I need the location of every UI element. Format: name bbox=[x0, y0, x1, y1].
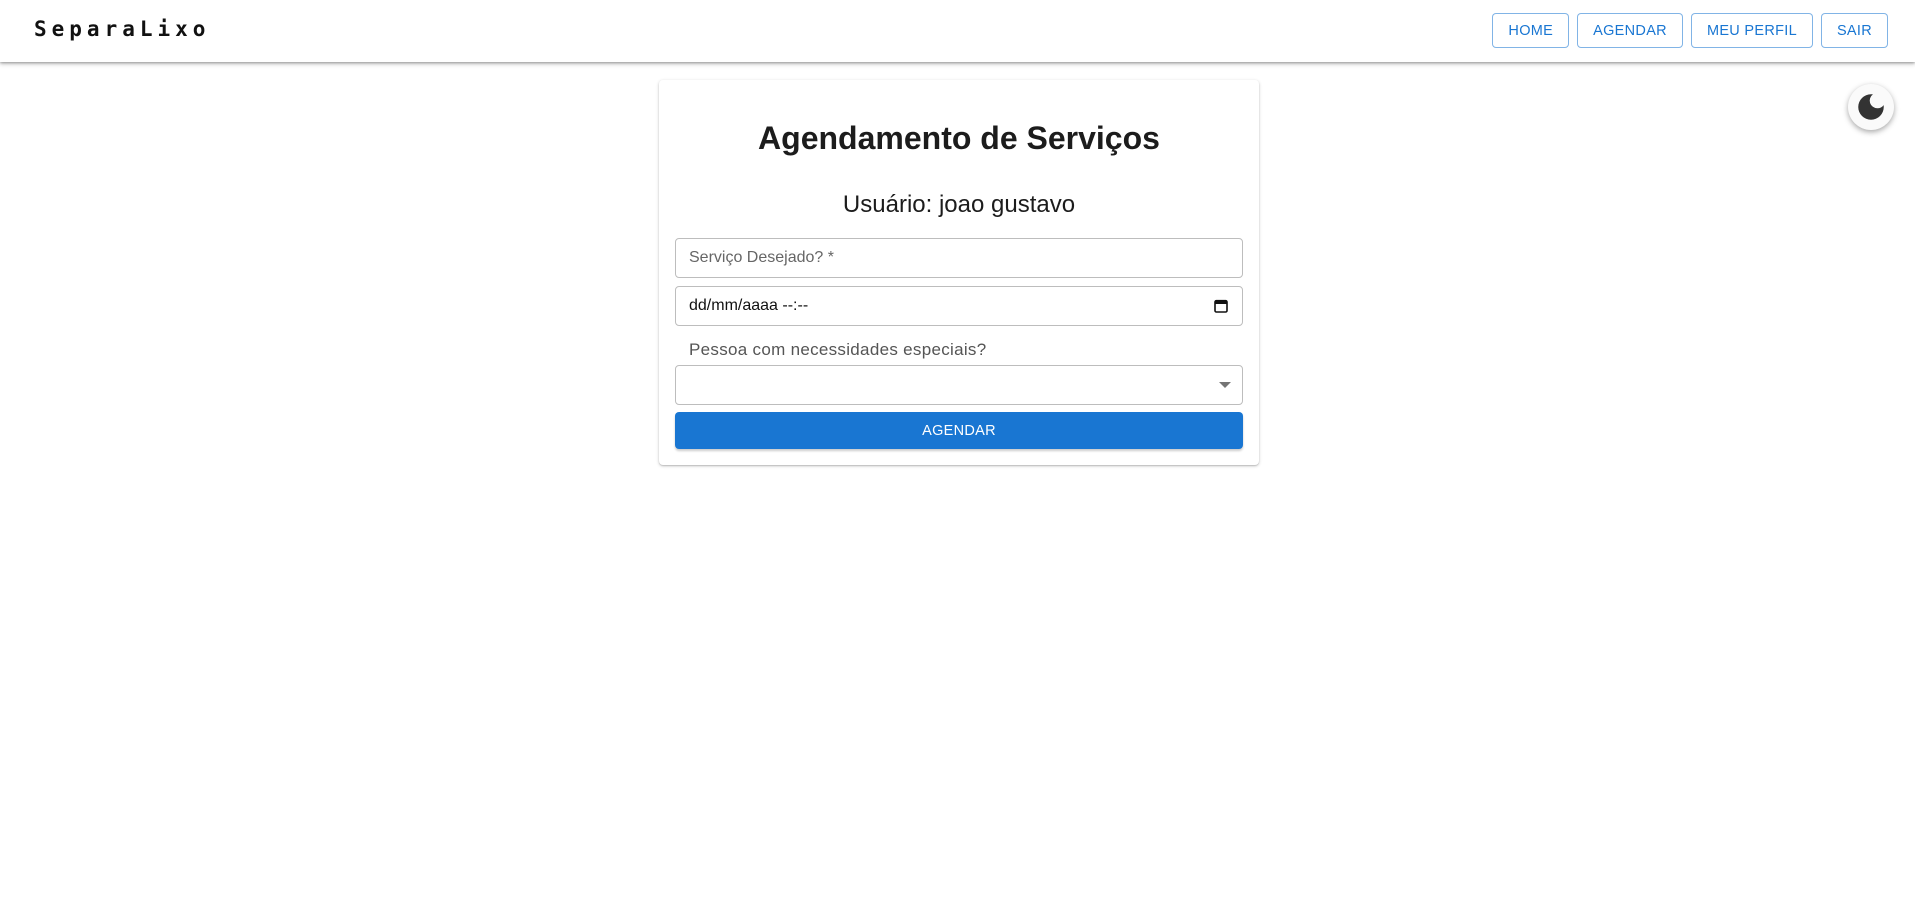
datetime-value: dd/mm/aaaa --:-- bbox=[689, 297, 809, 314]
page-title: Agendamento de Serviços bbox=[758, 120, 1160, 156]
service-input[interactable]: Serviço Desejado? * bbox=[675, 238, 1243, 278]
caret-down-icon bbox=[1219, 382, 1231, 388]
datetime-input[interactable]: dd/mm/aaaa --:-- bbox=[675, 286, 1243, 326]
home-button[interactable]: HOME bbox=[1492, 13, 1570, 48]
top-nav: HOME AGENDAR MEU PERFIL SAIR bbox=[1492, 13, 1888, 48]
sair-button[interactable]: SAIR bbox=[1820, 13, 1888, 48]
app-header: SeparaLixo HOME AGENDAR MEU PERFIL SAIR bbox=[0, 0, 1915, 62]
agendar-submit-button[interactable]: AGENDAR bbox=[675, 412, 1243, 449]
moon-icon bbox=[1858, 94, 1884, 120]
special-needs-label: Pessoa com necessidades especiais? bbox=[689, 340, 987, 359]
special-needs-select[interactable] bbox=[675, 365, 1243, 405]
service-placeholder: Serviço Desejado? * bbox=[689, 249, 834, 266]
calendar-icon[interactable] bbox=[1213, 298, 1229, 314]
theme-toggle-button[interactable] bbox=[1848, 84, 1894, 130]
brand-logo: SeparaLixo bbox=[34, 17, 211, 41]
agendar-nav-button[interactable]: AGENDAR bbox=[1577, 13, 1683, 48]
meu-perfil-button[interactable]: MEU PERFIL bbox=[1690, 13, 1813, 48]
user-name-text: Usuário: joao gustavo bbox=[842, 191, 1076, 218]
scheduling-card: Agendamento de Serviços Usuário: joao gu… bbox=[659, 80, 1259, 465]
